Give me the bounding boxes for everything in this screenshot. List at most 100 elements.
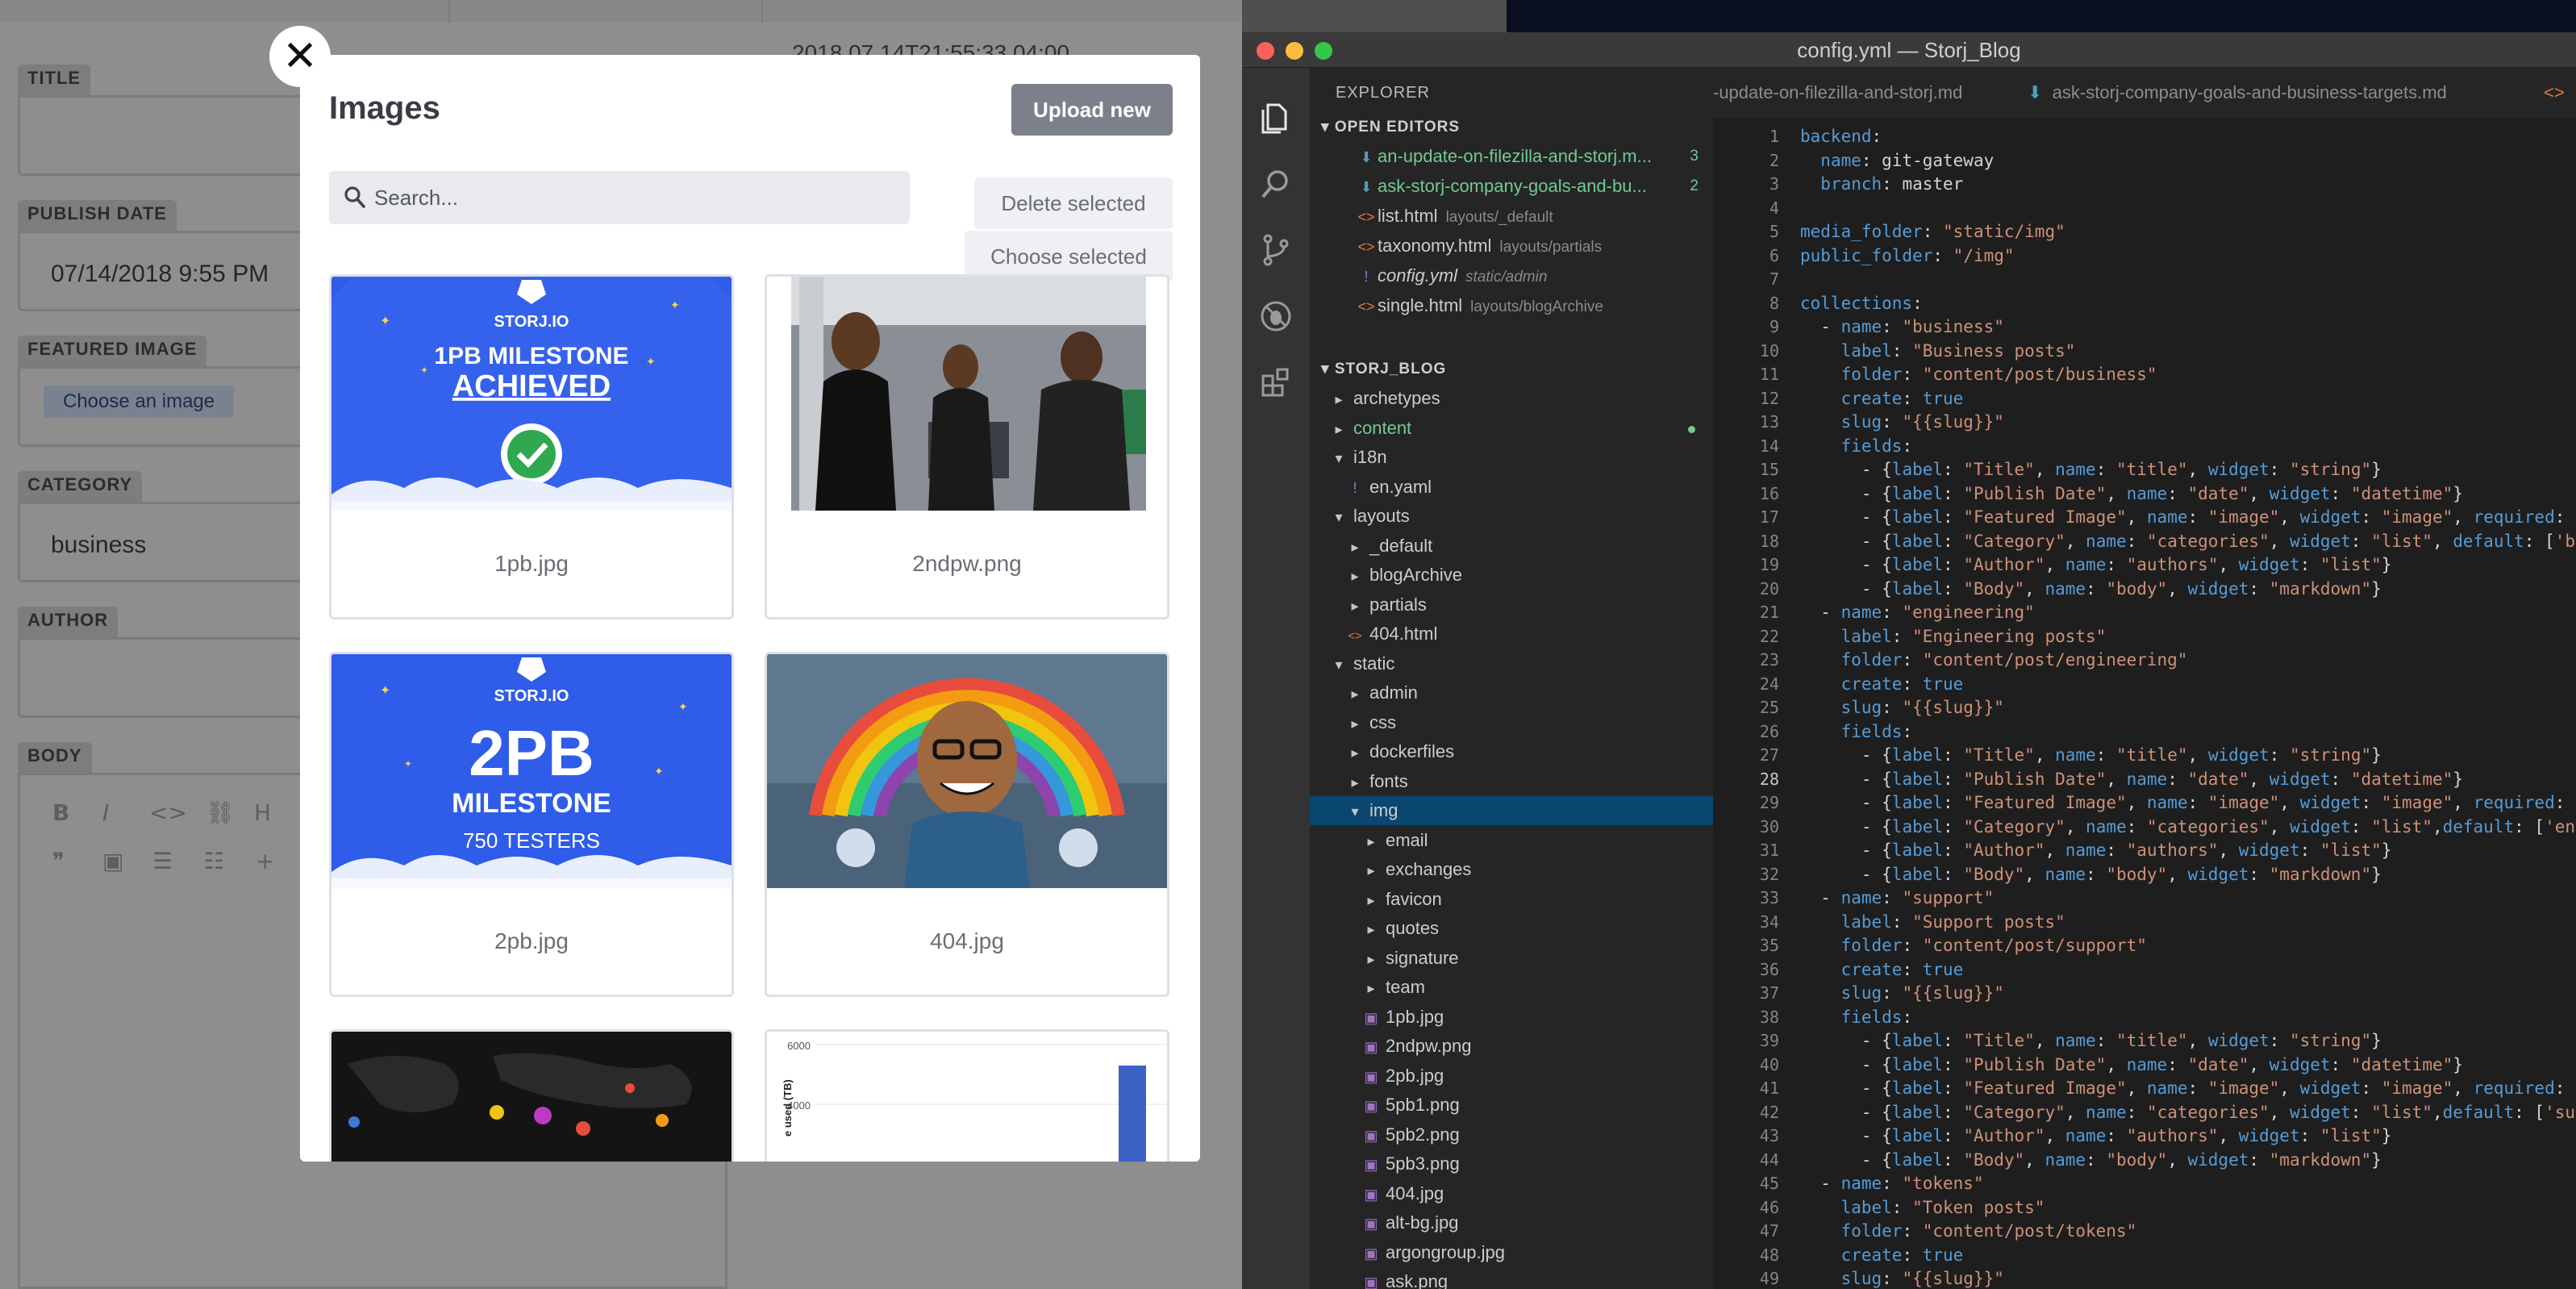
- choose-image-button[interactable]: Choose an image: [44, 386, 235, 418]
- tree-item[interactable]: ▸ quotes: [1310, 914, 1713, 943]
- extensions-icon[interactable]: [1258, 365, 1294, 400]
- code-line[interactable]: - {label: "Featured Image", name: "image…: [1800, 505, 2576, 529]
- tree-item[interactable]: ! en.yaml: [1310, 473, 1713, 502]
- delete-selected-button[interactable]: Delete selected: [974, 177, 1173, 229]
- code-line[interactable]: - name: "support": [1800, 886, 1994, 910]
- code-line[interactable]: fields:: [1800, 434, 1913, 458]
- code-line[interactable]: label: "Support posts": [1800, 910, 2065, 934]
- files-icon[interactable]: [1258, 100, 1294, 136]
- code-line[interactable]: slug: "{{slug}}": [1800, 981, 2004, 1005]
- code-line[interactable]: - {label: "Featured Image", name: "image…: [1800, 1076, 2576, 1100]
- code-line[interactable]: create: true: [1800, 957, 1964, 982]
- code-line[interactable]: slug: "{{slug}}": [1800, 1266, 2004, 1289]
- add-component-icon[interactable]: +: [256, 848, 274, 874]
- open-editor-item[interactable]: ! config.yml static/admin: [1310, 261, 1713, 290]
- code-icon[interactable]: <>: [149, 799, 187, 826]
- code-line[interactable]: media_folder: "static/img": [1800, 219, 2065, 244]
- code-line[interactable]: - name: "business": [1800, 315, 2004, 339]
- tree-item[interactable]: ▣ 2ndpw.png: [1310, 1032, 1713, 1061]
- link-icon[interactable]: ⛓: [206, 799, 235, 826]
- code-line[interactable]: - {label: "Category", name: "categories"…: [1800, 815, 2576, 839]
- search-input[interactable]: [374, 177, 890, 218]
- tree-item[interactable]: ▸ signature: [1310, 944, 1713, 973]
- code-line[interactable]: - {label: "Title", name: "title", widget…: [1800, 743, 2382, 767]
- tree-item[interactable]: ▾ layouts: [1310, 502, 1713, 531]
- minimize-window-button[interactable]: [1286, 42, 1303, 60]
- code-line[interactable]: - {label: "Body", name: "body", widget: …: [1800, 577, 2382, 601]
- code-line[interactable]: label: "Business posts": [1800, 339, 2076, 363]
- open-editor-item[interactable]: ⬇ ask-storj-company-goals-and-bu... 2: [1310, 172, 1713, 201]
- code-line[interactable]: - {label: "Body", name: "body", widget: …: [1800, 1148, 2382, 1172]
- upload-new-button[interactable]: Upload new: [1011, 84, 1173, 136]
- tree-item[interactable]: ▣ alt-bg.jpg: [1310, 1208, 1713, 1237]
- numbered-list-icon[interactable]: ☷: [204, 848, 224, 874]
- tree-item[interactable]: ▸ content: [1310, 414, 1713, 443]
- code-line[interactable]: - {label: "Category", name: "categories"…: [1800, 1100, 2576, 1124]
- source-control-icon[interactable]: [1258, 232, 1294, 268]
- tree-item[interactable]: ▸ css: [1310, 708, 1713, 737]
- tree-item[interactable]: ▸ favicon: [1310, 885, 1713, 914]
- tree-item[interactable]: ▣ 1pb.jpg: [1310, 1003, 1713, 1032]
- tree-item[interactable]: ▾ i18n: [1310, 443, 1713, 472]
- code-line[interactable]: create: true: [1800, 386, 1964, 411]
- open-editor-item[interactable]: <> single.html layouts/blogArchive: [1310, 291, 1713, 320]
- tree-item[interactable]: ▣ ask.png: [1310, 1267, 1713, 1289]
- code-line[interactable]: - {label: "Author", name: "authors", wid…: [1800, 1124, 2392, 1148]
- code-line[interactable]: create: true: [1800, 672, 1964, 696]
- code-line[interactable]: collections:: [1800, 291, 1923, 315]
- code-line[interactable]: - {label: "Title", name: "title", widget…: [1800, 457, 2382, 482]
- bullet-list-icon[interactable]: ☰: [152, 848, 173, 874]
- tree-item[interactable]: ▣ 5pb1.png: [1310, 1091, 1713, 1120]
- close-window-button[interactable]: [1257, 42, 1274, 60]
- debug-icon[interactable]: [1258, 298, 1294, 334]
- code-line[interactable]: slug: "{{slug}}": [1800, 410, 2004, 434]
- code-line[interactable]: - {label: "Author", name: "authors", wid…: [1800, 838, 2392, 862]
- code-line[interactable]: fields:: [1800, 720, 1913, 744]
- code-line[interactable]: - {label: "Body", name: "body", widget: …: [1800, 862, 2382, 886]
- code-line[interactable]: folder: "content/post/business": [1800, 362, 2157, 386]
- code-editor[interactable]: 1 backend: 2 name: git-gateway 3 branch: ma…: [1713, 118, 2576, 1289]
- code-line[interactable]: - {label: "Featured Image", name: "image…: [1800, 791, 2576, 815]
- tree-item[interactable]: ▸ partials: [1310, 590, 1713, 619]
- open-editor-item[interactable]: <> list.html layouts/_default: [1310, 202, 1713, 231]
- search-icon[interactable]: [1258, 166, 1294, 202]
- code-line[interactable]: folder: "content/post/tokens": [1800, 1219, 2137, 1243]
- code-line[interactable]: backend:: [1800, 124, 1882, 148]
- code-line[interactable]: folder: "content/post/engineering": [1800, 648, 2188, 672]
- open-editor-item[interactable]: ⬇ an-update-on-filezilla-and-storj.m... 3: [1310, 142, 1713, 171]
- image-card[interactable]: [329, 1029, 734, 1162]
- code-line[interactable]: - {label: "Title", name: "title", widget…: [1800, 1028, 2382, 1053]
- code-line[interactable]: slug: "{{slug}}": [1800, 695, 2004, 720]
- tree-item[interactable]: ▣ argongroup.jpg: [1310, 1238, 1713, 1267]
- code-line[interactable]: - {label: "Category", name: "categories"…: [1800, 529, 2576, 553]
- tree-item[interactable]: ▸ exchanges: [1310, 855, 1713, 884]
- tree-item[interactable]: ▣ 2pb.jpg: [1310, 1062, 1713, 1091]
- tree-item[interactable]: ▸ admin: [1310, 678, 1713, 707]
- maximize-window-button[interactable]: [1315, 42, 1332, 60]
- image-card[interactable]: 6000 4000 e used (TB): [765, 1029, 1169, 1162]
- image-card[interactable]: ✦ ✦ ✦ ✦ STORJ.IO 1PB MILESTONE ACHIEVED …: [329, 274, 734, 619]
- project-section[interactable]: ▾ STORJ_BLOG: [1310, 355, 1713, 384]
- image-card[interactable]: 2ndpw.png: [765, 274, 1169, 619]
- tree-item[interactable]: ▸ team: [1310, 973, 1713, 1002]
- code-line[interactable]: folder: "content/post/support": [1800, 933, 2147, 957]
- image-card[interactable]: ✦ ✦ ✦ ✦ STORJ.IO 2PB MILESTONE 750 TESTE…: [329, 652, 734, 997]
- tab-ask-storj[interactable]: ⬇ ask-storj-company-goals-and-business-t…: [2028, 68, 2447, 118]
- code-line[interactable]: - name: "engineering": [1800, 600, 2035, 624]
- code-line[interactable]: - name: "tokens": [1800, 1171, 1983, 1195]
- tree-item[interactable]: ▸ email: [1310, 826, 1713, 855]
- code-line[interactable]: - {label: "Publish Date", name: "date", …: [1800, 1053, 2463, 1077]
- code-line[interactable]: label: "Engineering posts": [1800, 624, 2107, 649]
- heading-icon[interactable]: H: [254, 799, 271, 826]
- tree-item[interactable]: ▾ static: [1310, 649, 1713, 678]
- open-editor-item[interactable]: <> taxonomy.html layouts/partials: [1310, 232, 1713, 261]
- bold-icon[interactable]: B: [52, 799, 69, 826]
- code-line[interactable]: branch: master: [1800, 172, 1963, 196]
- code-line[interactable]: label: "Token posts": [1800, 1195, 2045, 1220]
- code-line[interactable]: create: true: [1800, 1243, 1964, 1267]
- quote-icon[interactable]: ❞: [52, 848, 65, 874]
- tree-item[interactable]: <> 404.html: [1310, 619, 1713, 649]
- tree-item[interactable]: ▸ archetypes: [1310, 384, 1713, 413]
- tree-item[interactable]: ▸ fonts: [1310, 767, 1713, 796]
- open-editors-section[interactable]: ▾ OPEN EDITORS: [1310, 113, 1713, 142]
